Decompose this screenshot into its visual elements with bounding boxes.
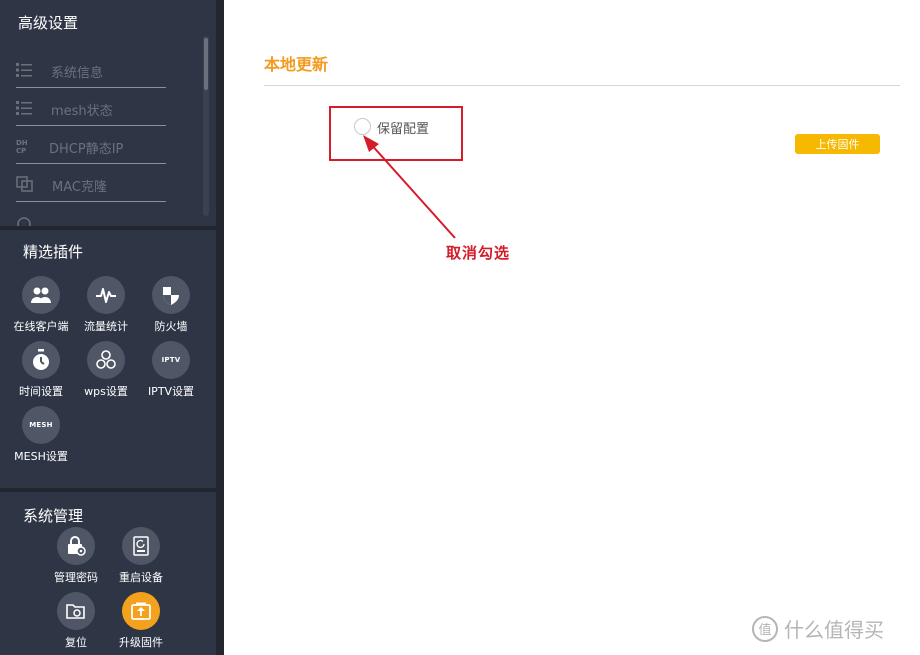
watermark-logo-icon: 值: [752, 615, 778, 642]
plugin-firewall[interactable]: 防火墙: [139, 276, 203, 334]
shield-icon: [152, 276, 190, 314]
clock-icon: [22, 341, 60, 379]
sidebar-item-label: 系统信息: [51, 66, 104, 81]
users-icon: [22, 276, 60, 314]
plugin-iptv-settings[interactable]: IPTV IPTV设置: [139, 341, 203, 399]
wps-icon: [87, 341, 125, 379]
watermark-text: 什么值得买: [784, 618, 884, 642]
system-item-admin-password[interactable]: 管理密码: [44, 527, 108, 585]
plugin-label: MESH设置: [14, 450, 68, 463]
restart-icon: [122, 527, 160, 565]
system-item-label: 管理密码: [54, 571, 98, 584]
system-management-title: 系统管理: [23, 507, 84, 525]
globe-icon: [16, 214, 34, 226]
system-item-label: 升级固件: [119, 636, 163, 649]
reset-icon: [57, 592, 95, 630]
annotation-text: 取消勾选: [446, 244, 511, 262]
list-icon: [16, 100, 34, 116]
advanced-settings-panel: 高级设置 系统信息 mesh状态 DH CP DHCP静态IP MAC克隆: [0, 0, 216, 226]
plugin-mesh-settings[interactable]: MESH MESH设置: [9, 406, 73, 464]
system-item-restart[interactable]: 重启设备: [109, 527, 173, 585]
sidebar: 高级设置 系统信息 mesh状态 DH CP DHCP静态IP MAC克隆 精选…: [0, 0, 224, 655]
plugins-title: 精选插件: [23, 243, 84, 261]
sidebar-item-label: MAC克隆: [52, 180, 107, 195]
sidebar-item-mesh-status[interactable]: mesh状态: [16, 90, 166, 126]
system-item-upgrade-firmware[interactable]: 升级固件: [109, 592, 173, 650]
list-icon: [16, 62, 34, 78]
plugin-label: 流量统计: [84, 320, 128, 333]
clone-icon: [16, 176, 34, 192]
plugin-traffic-stats[interactable]: 流量统计: [74, 276, 138, 334]
iptv-icon: IPTV: [152, 341, 190, 379]
router-admin-page: 高级设置 系统信息 mesh状态 DH CP DHCP静态IP MAC克隆 精选…: [0, 0, 920, 655]
plugin-label: 防火墙: [154, 320, 188, 333]
sidebar-item-label: DHCP静态IP: [49, 142, 124, 157]
dhcp-icon: DH CP: [16, 138, 34, 155]
plugin-online-clients[interactable]: 在线客户端: [9, 276, 73, 334]
svg-text:DH: DH: [16, 139, 28, 147]
sidebar-item-partial[interactable]: [16, 204, 166, 226]
page-title: 本地更新: [264, 55, 329, 74]
plugin-time-settings[interactable]: 时间设置: [9, 341, 73, 399]
scrollbar-thumb[interactable]: [204, 38, 208, 90]
sidebar-item-mac-clone[interactable]: MAC克隆: [16, 166, 166, 202]
sidebar-item-dhcp-static-ip[interactable]: DH CP DHCP静态IP: [16, 128, 166, 164]
watermark: 值 什么值得买: [752, 614, 884, 643]
pulse-icon: [87, 276, 125, 314]
upload-firmware-button[interactable]: 上传固件: [795, 134, 880, 154]
sidebar-item-system-info[interactable]: 系统信息: [16, 52, 166, 88]
plugin-label: 在线客户端: [13, 320, 69, 333]
advanced-settings-title: 高级设置: [18, 14, 79, 32]
upgrade-icon: [122, 592, 160, 630]
plugin-wps-settings[interactable]: wps设置: [74, 341, 138, 399]
title-divider: [264, 85, 900, 86]
annotation-arrow: [363, 135, 456, 239]
system-item-label: 重启设备: [119, 571, 163, 584]
plugin-label: IPTV设置: [147, 385, 195, 398]
plugin-label: wps设置: [84, 385, 128, 398]
system-item-reset[interactable]: 复位: [44, 592, 108, 650]
sidebar-item-label: mesh状态: [51, 104, 113, 119]
svg-text:CP: CP: [16, 147, 26, 154]
mesh-icon: MESH: [22, 406, 60, 444]
system-item-label: 复位: [65, 636, 87, 649]
lock-gear-icon: [57, 527, 95, 565]
plugin-label: 时间设置: [19, 385, 63, 398]
